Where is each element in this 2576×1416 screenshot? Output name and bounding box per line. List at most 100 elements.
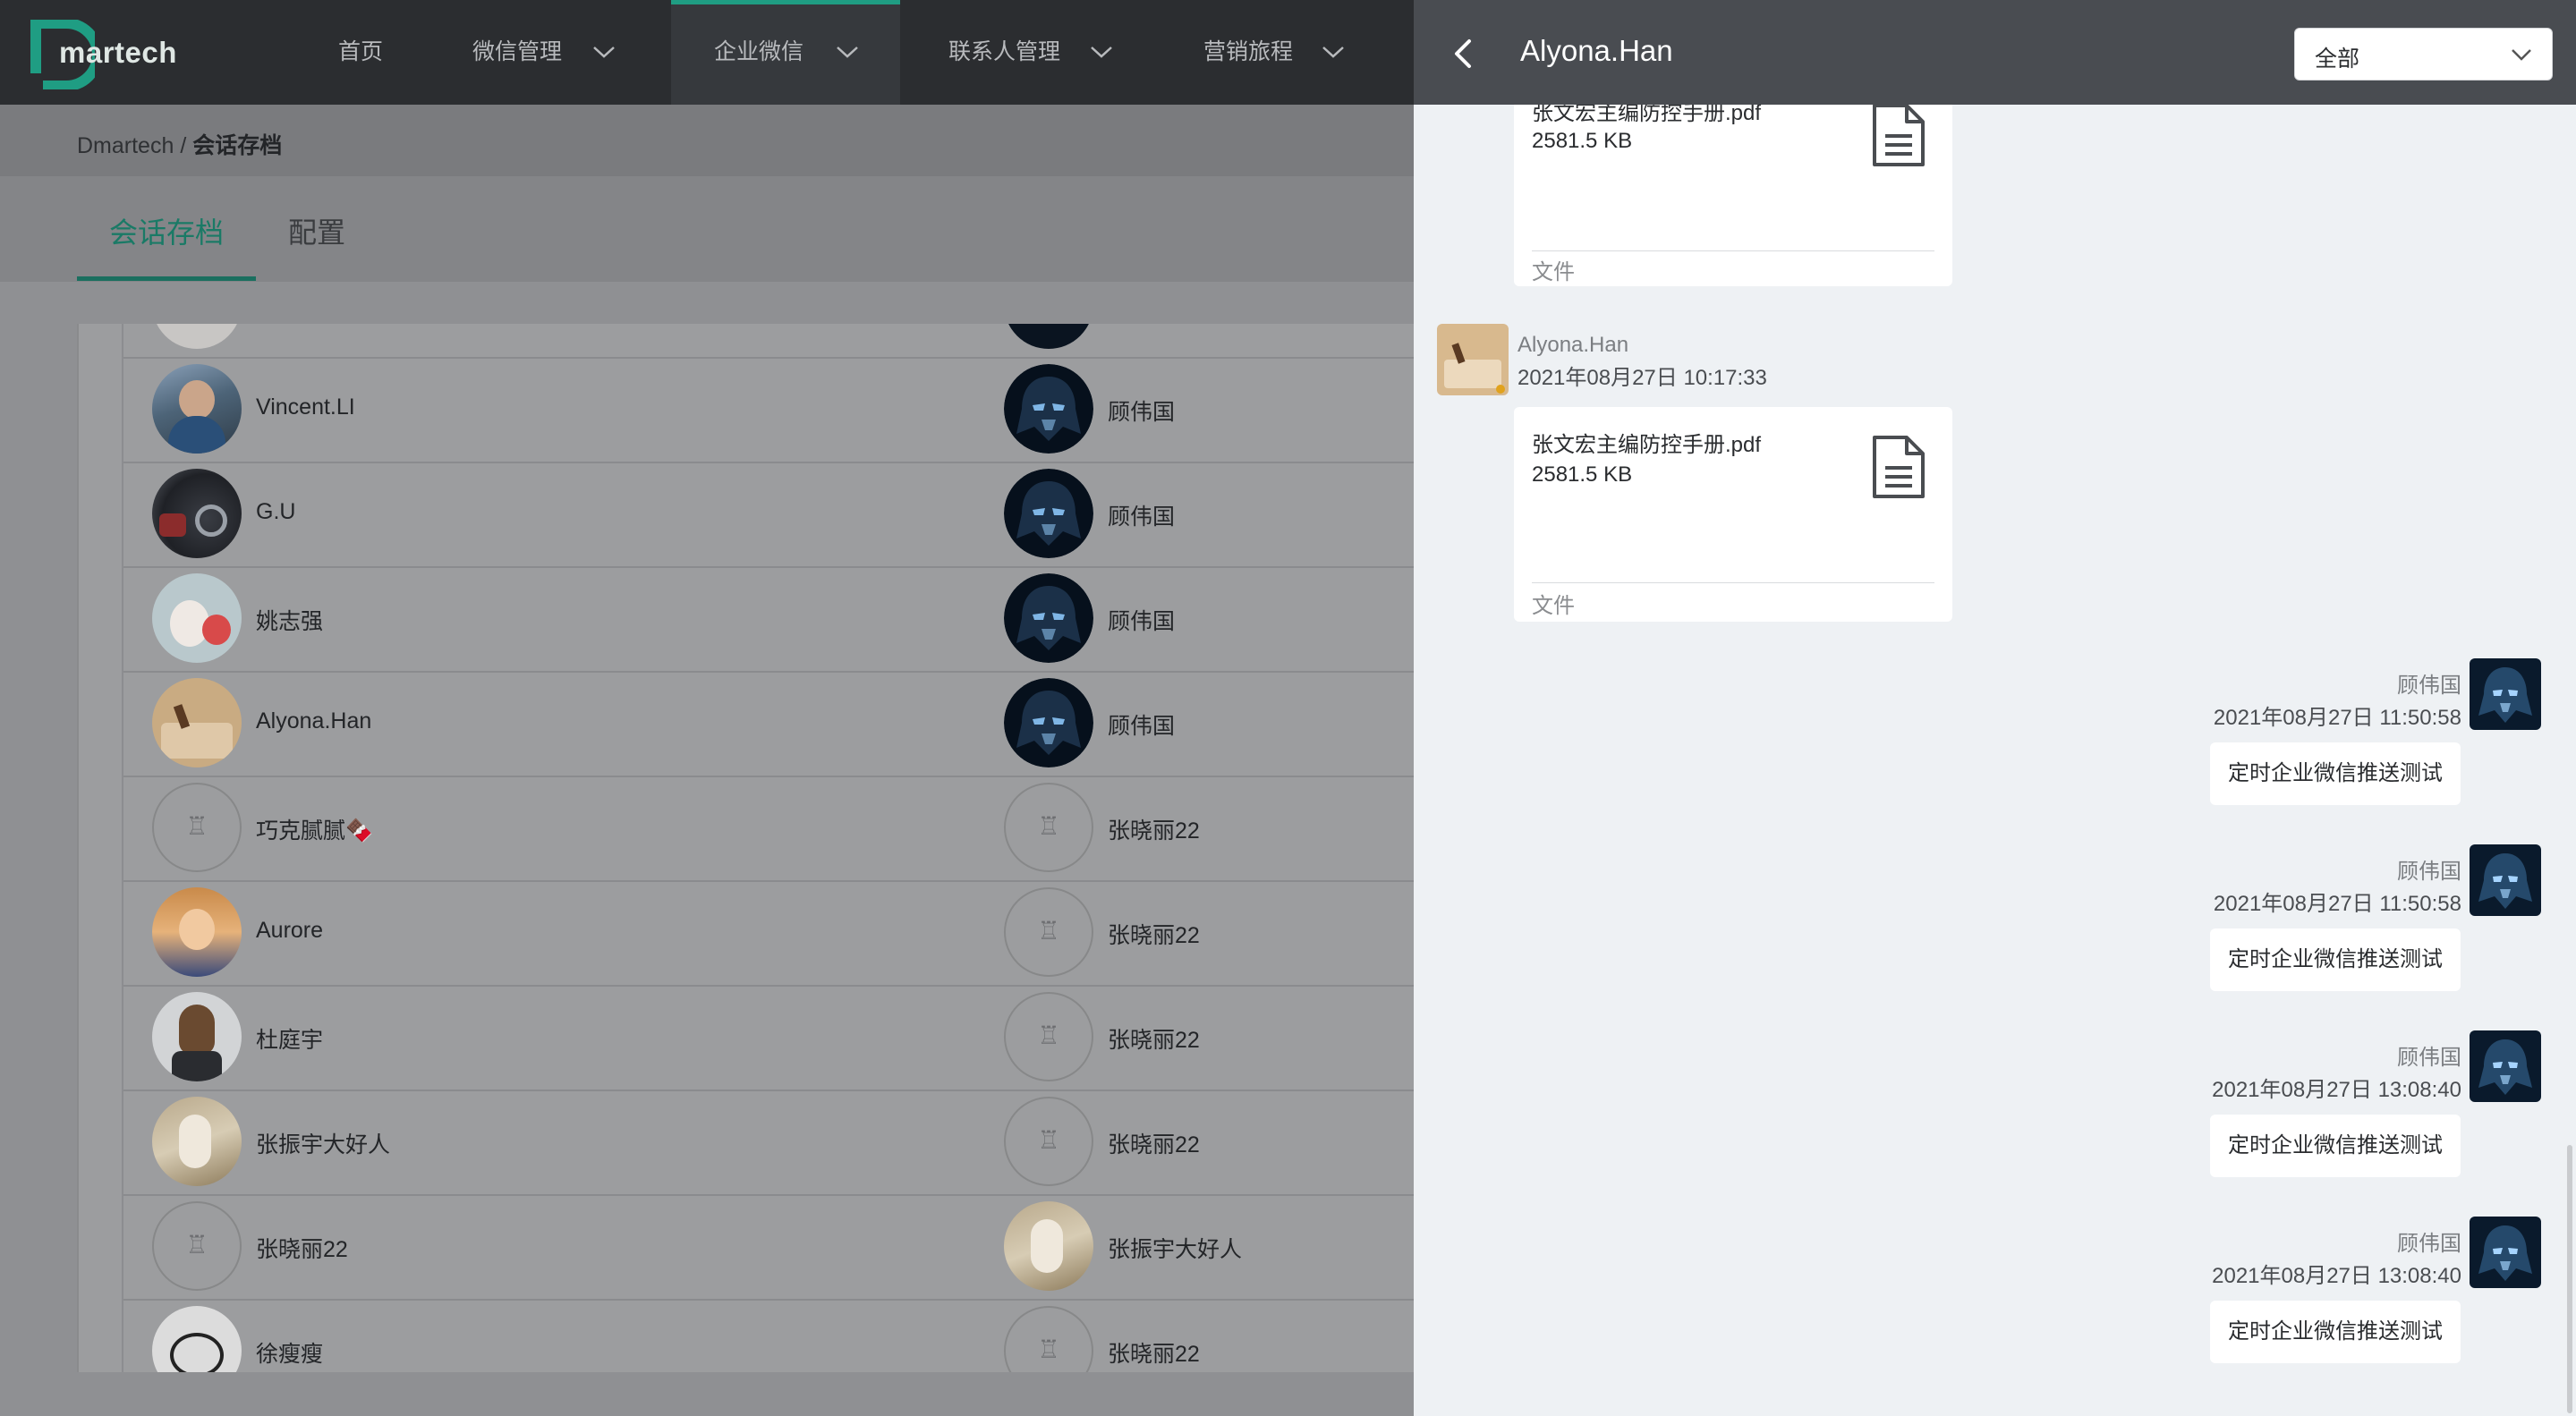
customer-name: 张晓丽22 xyxy=(256,1237,348,1262)
table-row[interactable]: G.U 顾伟国 xyxy=(123,462,1416,568)
drawer-scrollbar[interactable] xyxy=(2567,1145,2572,1413)
brand-logo[interactable]: martech xyxy=(30,20,183,91)
nav-wechat-management[interactable]: 微信管理 xyxy=(472,0,625,105)
avatar-placeholder-icon: ♖ xyxy=(1004,783,1093,872)
chevron-down-icon xyxy=(1322,47,1344,58)
table-row[interactable]: Aurore ♖ 张晓丽22 xyxy=(123,880,1416,987)
customer-name: Vincent.LI xyxy=(256,394,355,420)
text-message-bubble[interactable]: 定时企业微信推送测试 xyxy=(2210,742,2461,805)
staff-name: 顾伟国 xyxy=(1108,714,1176,739)
breadcrumb-root[interactable]: Dmartech xyxy=(77,133,174,158)
table-row[interactable]: ♖ 巧克腻腻🍫 ♖ 张晓丽22 xyxy=(123,776,1416,882)
sender-name: 顾伟国 xyxy=(2397,1232,2461,1256)
customer-name: Alyona.Han xyxy=(256,708,372,733)
breadcrumb-current: 会话存档 xyxy=(192,133,283,158)
nav-wechat-management-label: 微信管理 xyxy=(472,39,563,64)
text-message-bubble[interactable]: 定时企业微信推送测试 xyxy=(2210,1115,2461,1177)
avatar xyxy=(152,887,242,977)
message-timestamp: 2021年08月27日 11:50:58 xyxy=(2213,892,2461,916)
staff-name: 张晓丽22 xyxy=(1108,1028,1200,1053)
avatar-placeholder-icon: ♖ xyxy=(1004,992,1093,1081)
text-message-bubble[interactable]: 定时企业微信推送测试 xyxy=(2210,1301,2461,1363)
darth-vader-avatar-icon xyxy=(1004,364,1093,454)
nav-home[interactable]: 首页 xyxy=(338,0,383,105)
nav-contacts-management-label: 联系人管理 xyxy=(948,39,1061,64)
sender-name: 顾伟国 xyxy=(2397,674,2461,698)
nav-enterprise-wechat[interactable]: 企业微信 xyxy=(671,0,900,105)
customer-name: 张振宇大好人 xyxy=(256,1132,391,1157)
file-card-divider xyxy=(1532,250,1934,251)
tabs-bar: 会话存档 配置 xyxy=(0,176,1414,282)
message-timestamp: 2021年08月27日 13:08:40 xyxy=(2212,1078,2461,1102)
breadcrumb-separator: / xyxy=(174,133,193,158)
avatar-placeholder-icon: ♖ xyxy=(152,1201,242,1291)
back-arrow-icon[interactable] xyxy=(1446,36,1482,72)
darth-vader-avatar-icon xyxy=(1004,469,1093,558)
message-timestamp: 2021年08月27日 10:17:33 xyxy=(1518,366,1767,390)
table-row[interactable]: 徐瘦瘦 ♖ 张晓丽22 xyxy=(123,1299,1416,1372)
avatar xyxy=(152,678,242,767)
filter-selected-value: 全部 xyxy=(2315,47,2360,72)
nav-marketing-journey[interactable]: 营销旅程 xyxy=(1203,0,1356,105)
avatar xyxy=(1004,324,1093,349)
avatar-placeholder-icon: ♖ xyxy=(1004,1097,1093,1186)
customer-name: 杜庭宇 xyxy=(256,1028,324,1053)
sender-name: 顾伟国 xyxy=(2397,1046,2461,1070)
message-type-filter[interactable]: 全部 xyxy=(2294,28,2553,81)
sender-avatar[interactable] xyxy=(2470,658,2541,730)
table-row[interactable]: 姚志强 顾伟国 xyxy=(123,566,1416,673)
table-row[interactable]: 张振宇大好人 ♖ 张晓丽22 xyxy=(123,1090,1416,1196)
customer-name: 巧克腻腻🍫 xyxy=(256,818,374,844)
staff-name: 顾伟国 xyxy=(1108,505,1176,530)
staff-name: 张晓丽22 xyxy=(1108,923,1200,948)
table-row[interactable]: ♖ 张晓丽22 张振宇大好人 xyxy=(123,1194,1416,1301)
nav-enterprise-wechat-label: 企业微信 xyxy=(714,39,804,64)
table-row[interactable]: Vincent.LI 顾伟国 xyxy=(123,357,1416,463)
file-type-label: 文件 xyxy=(1532,594,1575,618)
session-list[interactable]: Vincent.LI 顾伟国 G.U 顾伟国 姚志强 顾伟国 Alyona.Ha… xyxy=(77,324,1416,1372)
customer-name: 徐瘦瘦 xyxy=(256,1342,324,1367)
file-message-card[interactable]: 张文宏主编防控手册.pdf 2581.5 KB 文件 xyxy=(1514,407,1952,622)
darth-vader-avatar-icon xyxy=(2470,844,2541,916)
chevron-down-icon xyxy=(593,47,615,58)
sender-avatar[interactable] xyxy=(2470,1030,2541,1102)
drawer-header: Alyona.Han 全部 xyxy=(1414,0,2576,105)
staff-name: 张晓丽22 xyxy=(1108,818,1200,844)
file-size: 2581.5 KB xyxy=(1532,129,1633,153)
breadcrumb: Dmartech / 会话存档 xyxy=(77,128,282,160)
tab-session-archive[interactable]: 会话存档 xyxy=(109,210,224,251)
sender-avatar[interactable] xyxy=(1437,324,1509,395)
staff-name: 张晓丽22 xyxy=(1108,1342,1200,1367)
chevron-down-icon xyxy=(837,47,858,58)
sender-avatar[interactable] xyxy=(2470,844,2541,916)
conversation-drawer: 张文宏主编防控手册.pdf 2581.5 KB 文件 Alyona.Han 20… xyxy=(1414,0,2576,1416)
avatar xyxy=(1004,364,1093,454)
avatar xyxy=(1004,573,1093,663)
table-row[interactable]: 杜庭宇 ♖ 张晓丽22 xyxy=(123,985,1416,1091)
avatar xyxy=(152,992,242,1081)
avatar xyxy=(1004,1201,1093,1291)
document-icon xyxy=(1873,436,1925,498)
darth-vader-avatar-icon xyxy=(2470,658,2541,730)
staff-name: 顾伟国 xyxy=(1108,609,1176,634)
darth-vader-avatar-icon xyxy=(1004,573,1093,663)
staff-name: 顾伟国 xyxy=(1108,400,1176,425)
nav-contacts-management[interactable]: 联系人管理 xyxy=(948,0,1127,105)
avatar xyxy=(152,364,242,454)
text-message-bubble[interactable]: 定时企业微信推送测试 xyxy=(2210,928,2461,991)
avatar xyxy=(1004,469,1093,558)
darth-vader-avatar-icon xyxy=(2470,1217,2541,1288)
breadcrumb-bar: Dmartech / 会话存档 xyxy=(0,105,1414,176)
document-icon xyxy=(1873,104,1925,166)
sender-avatar[interactable] xyxy=(2470,1217,2541,1288)
avatar-placeholder-icon: ♖ xyxy=(152,783,242,872)
tab-settings[interactable]: 配置 xyxy=(288,210,345,251)
file-name: 张文宏主编防控手册.pdf xyxy=(1532,433,1762,457)
table-row[interactable] xyxy=(123,324,1416,359)
avatar xyxy=(152,1097,242,1186)
nav-marketing-journey-label: 营销旅程 xyxy=(1203,39,1294,64)
table-row[interactable]: Alyona.Han 顾伟国 xyxy=(123,671,1416,777)
sender-name: Alyona.Han xyxy=(1518,333,1629,357)
logo-text: martech xyxy=(59,36,177,69)
staff-name: 张振宇大好人 xyxy=(1108,1237,1243,1262)
